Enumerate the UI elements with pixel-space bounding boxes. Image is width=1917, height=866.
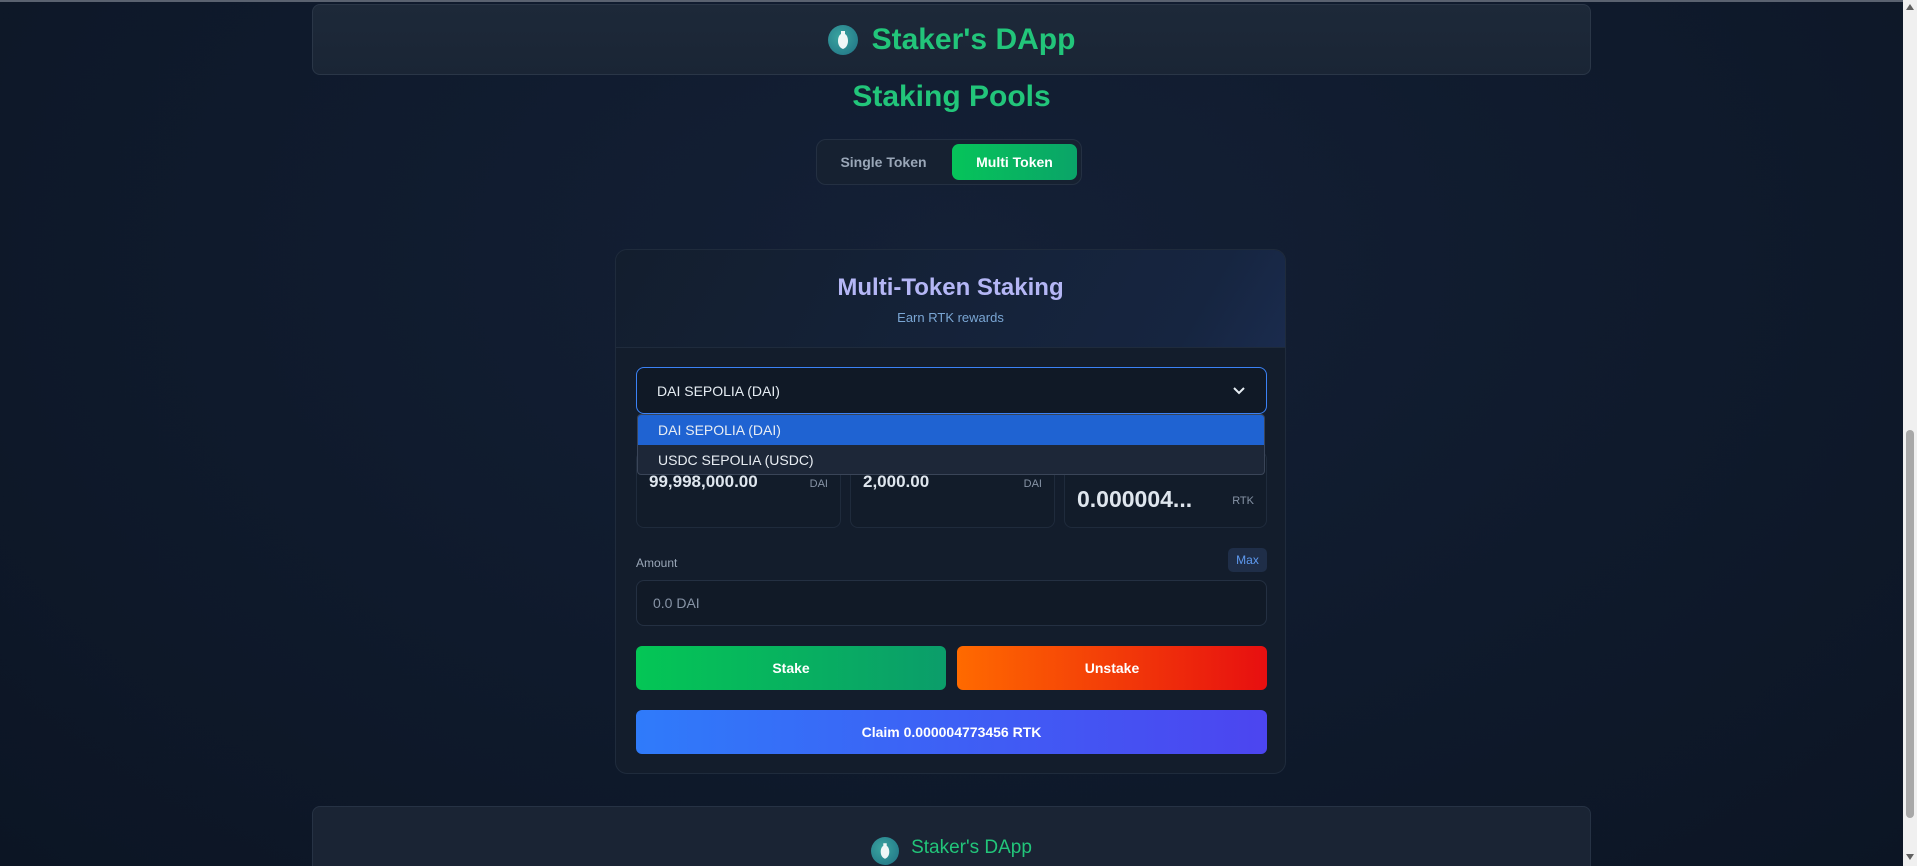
card-title: Multi-Token Staking (837, 274, 1064, 301)
tab-multi-token[interactable]: Multi Token (952, 144, 1077, 180)
wallet-balance-unit: DAI (809, 478, 828, 490)
max-button[interactable]: Max (1228, 548, 1267, 572)
scrollbar-thumb[interactable] (1906, 430, 1914, 818)
staked-balance-unit: DAI (1023, 478, 1042, 490)
scroll-down-icon[interactable] (1905, 852, 1915, 862)
app-footer: Staker's DApp (312, 806, 1591, 866)
footer-brand[interactable]: Staker's DApp (911, 837, 1032, 866)
chevron-down-icon (1232, 384, 1246, 398)
scroll-up-icon[interactable] (1905, 2, 1915, 12)
page-scrollbar[interactable] (1903, 0, 1917, 866)
page-title: Staking Pools (852, 80, 1051, 113)
rewards-value: 0.000004... (1077, 486, 1193, 512)
token-select-dropdown: DAI SEPOLIA (DAI) USDC SEPOLIA (USDC) (637, 414, 1265, 475)
rewards-unit: RTK (1232, 495, 1254, 507)
app-title[interactable]: Staker's DApp (872, 23, 1076, 57)
vase-icon (871, 837, 900, 865)
amount-input[interactable] (636, 580, 1267, 626)
amount-label: Amount (636, 556, 678, 570)
token-select-value: DAI SEPOLIA (DAI) (657, 382, 780, 399)
unstake-button[interactable]: Unstake (957, 646, 1267, 690)
stake-button[interactable]: Stake (636, 646, 946, 690)
tab-single-token[interactable]: Single Token (821, 144, 946, 180)
staked-balance-value: 2,000.00 (863, 472, 930, 491)
vase-icon (827, 24, 858, 55)
window-top-edge (0, 0, 1903, 2)
card-header: Multi-Token Staking Earn RTK rewards (616, 250, 1285, 348)
pool-type-tabs: Single Token Multi Token (816, 139, 1082, 185)
claim-button[interactable]: Claim 0.000004773456 RTK (636, 710, 1267, 754)
app-header: Staker's DApp (312, 4, 1591, 75)
card-subtitle: Earn RTK rewards (897, 310, 1004, 325)
multi-token-staking-card: Multi-Token Staking Earn RTK rewards DAI… (615, 249, 1286, 774)
token-select[interactable]: DAI SEPOLIA (DAI) (636, 367, 1267, 414)
token-option-usdc[interactable]: USDC SEPOLIA (USDC) (638, 445, 1264, 474)
wallet-balance-value: 99,998,000.00 (649, 472, 758, 491)
token-option-dai[interactable]: DAI SEPOLIA (DAI) (638, 415, 1264, 445)
